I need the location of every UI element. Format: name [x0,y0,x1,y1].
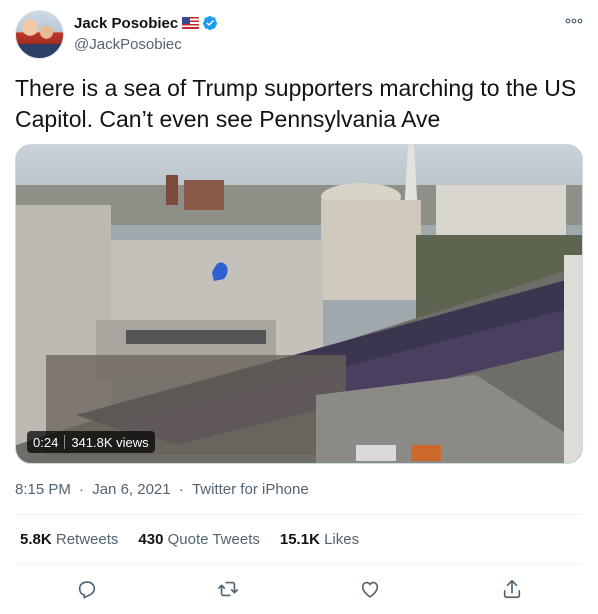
retweet-icon[interactable] [217,578,239,600]
reply-icon[interactable] [76,578,98,600]
meta-separator: · [178,481,184,498]
retweets-count: 5.8K [20,531,52,548]
quote-tweets-stat[interactable]: 430 Quote Tweets [138,531,259,548]
badge-separator [64,435,66,449]
quote-tweets-count: 430 [138,531,164,548]
likes-count: 15.1K [279,531,320,548]
retweets-label: Retweets [55,531,119,548]
tweet-actions [0,578,598,604]
tweet-source[interactable]: Twitter for iPhone [192,481,309,498]
tweet-time[interactable]: 8:15 PM [15,481,71,498]
share-icon[interactable] [501,578,523,600]
avatar[interactable] [15,10,64,59]
meta-separator: · [79,481,85,498]
likes-label: Likes [324,531,360,548]
tweet-header: Jack Posobiec @JackPosobiec [15,10,585,60]
tweet-date[interactable]: Jan 6, 2021 [92,481,170,498]
likes-stat[interactable]: 15.1K Likes [280,531,359,548]
tweet-text: There is a sea of Trump supporters march… [15,75,577,132]
quote-tweets-label: Quote Tweets [167,531,260,548]
divider [15,514,583,515]
divider [15,564,583,565]
tweet-meta: 8:15 PM · Jan 6, 2021 · Twitter for iPho… [15,481,309,498]
author-names: Jack Posobiec @JackPosobiec [74,14,218,53]
video-frame [16,145,582,463]
video-player[interactable]: 0:24 341.8K views [15,144,583,464]
handle[interactable]: @JackPosobiec [74,36,218,53]
us-flag-icon [182,17,200,29]
like-icon[interactable] [359,578,381,600]
display-name[interactable]: Jack Posobiec [74,15,178,32]
retweets-stat[interactable]: 5.8K Retweets [20,531,118,548]
tweet-stats: 5.8K Retweets 430 Quote Tweets 15.1K Lik… [20,531,379,548]
name-row: Jack Posobiec [74,14,218,32]
video-views: 341.8K views [71,434,149,450]
more-icon[interactable] [565,16,583,26]
verified-badge-icon [203,16,218,30]
video-badge: 0:24 341.8K views [27,431,155,453]
video-duration: 0:24 [33,434,59,450]
